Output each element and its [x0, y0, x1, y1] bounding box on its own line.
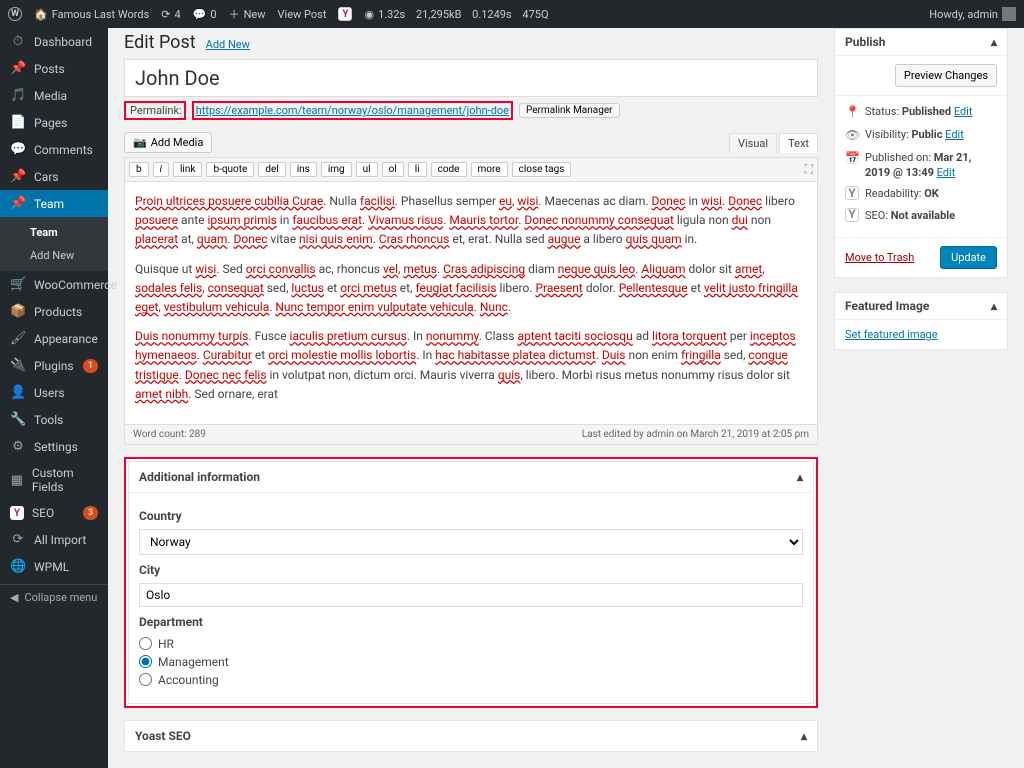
fullscreen-icon[interactable]: ⛶: [805, 162, 813, 177]
department-label: Department: [139, 615, 803, 629]
page-heading: Edit Post: [124, 32, 196, 53]
menu-woocommerce[interactable]: 🛒WooCommerce: [0, 271, 108, 298]
my-account[interactable]: Howdy, admin: [929, 7, 1016, 21]
qt-ul[interactable]: ul: [356, 162, 378, 177]
updates-link[interactable]: ⟳ 4: [161, 8, 180, 21]
camera-icon: 📷: [133, 136, 147, 149]
menu-media[interactable]: 🎵Media: [0, 82, 108, 109]
add-media-button[interactable]: 📷Add Media: [124, 132, 212, 153]
post-title: John Doe: [135, 66, 807, 90]
comments-link[interactable]: 💬 0: [193, 8, 217, 21]
panel-toggle-icon[interactable]: ▴: [991, 35, 997, 49]
set-featured-image-link[interactable]: Set featured image: [845, 328, 938, 341]
menu-team[interactable]: 📌Team: [0, 190, 108, 217]
visibility-icon: 👁: [845, 127, 859, 144]
calendar-icon: 📅: [845, 150, 859, 167]
add-new-link[interactable]: Add New: [206, 38, 250, 51]
menu-custom-fields[interactable]: ▦Custom Fields: [0, 460, 108, 500]
additional-info-metabox: Additional information ▴ Country Norway …: [124, 457, 818, 708]
permalink-manager-button[interactable]: Permalink Manager: [519, 103, 620, 118]
menu-dashboard[interactable]: ⏱Dashboard: [0, 28, 108, 55]
yoast-indicator[interactable]: Y: [338, 7, 352, 21]
qt-code[interactable]: code: [431, 162, 467, 177]
menu-plugins[interactable]: 🔌Plugins1: [0, 352, 108, 379]
tab-text[interactable]: Text: [779, 133, 818, 153]
city-input[interactable]: [139, 583, 803, 607]
admin-menu: ⏱Dashboard 📌Posts 🎵Media 📄Pages 💬Comment…: [0, 28, 108, 768]
dept-management-radio[interactable]: [139, 655, 152, 668]
dept-accounting-radio[interactable]: [139, 673, 152, 686]
metabox-toggle-icon[interactable]: ▴: [801, 729, 807, 743]
menu-all-import[interactable]: ⟳All Import: [0, 526, 108, 553]
move-to-trash[interactable]: Move to Trash: [845, 251, 914, 264]
menu-tools[interactable]: 🔧Tools: [0, 406, 108, 433]
menu-wpml[interactable]: 🌐WPML: [0, 553, 108, 580]
qt-ins[interactable]: ins: [290, 162, 317, 177]
yoast-icon: Y: [845, 208, 859, 222]
word-count: Word count: 289: [133, 429, 206, 440]
submenu-team-all[interactable]: Team: [0, 221, 108, 244]
edit-visibility-link[interactable]: Edit: [945, 128, 964, 141]
qt-link[interactable]: link: [173, 162, 202, 177]
qt-del[interactable]: del: [258, 162, 285, 177]
metabox-title: Additional information: [139, 470, 260, 484]
metabox-toggle-icon[interactable]: ▴: [797, 470, 803, 484]
perf-indicator[interactable]: ◉ 1.32s 21,295kB 0.1249s 475Q: [364, 8, 548, 21]
menu-comments[interactable]: 💬Comments: [0, 136, 108, 163]
edit-date-link[interactable]: Edit: [937, 166, 956, 179]
tab-visual[interactable]: Visual: [729, 133, 777, 153]
permalink-label: Permalink:: [124, 101, 186, 120]
edit-status-link[interactable]: Edit: [954, 105, 973, 118]
menu-users[interactable]: 👤Users: [0, 379, 108, 406]
qt-more[interactable]: more: [471, 162, 508, 177]
post-title-box[interactable]: John Doe: [124, 59, 818, 97]
qt-ol[interactable]: ol: [382, 162, 404, 177]
post-content[interactable]: Proin ultrices posuere cubilia Curae. Nu…: [124, 182, 818, 425]
qt-img[interactable]: img: [321, 162, 352, 177]
qt-li[interactable]: li: [408, 162, 427, 177]
menu-posts[interactable]: 📌Posts: [0, 55, 108, 82]
submenu-team-add[interactable]: Add New: [0, 244, 108, 267]
collapse-menu[interactable]: ◀ Collapse menu: [0, 584, 108, 610]
quicktags-toolbar: b i link b-quote del ins img ul ol li co…: [124, 157, 818, 182]
last-edited: Last edited by admin on March 21, 2019 a…: [582, 429, 809, 440]
panel-toggle-icon[interactable]: ▴: [991, 299, 997, 313]
menu-appearance[interactable]: 🖌Appearance: [0, 325, 108, 352]
menu-pages[interactable]: 📄Pages: [0, 109, 108, 136]
qt-bquote[interactable]: b-quote: [206, 162, 254, 177]
qt-close[interactable]: close tags: [512, 162, 572, 177]
dept-hr-radio[interactable]: [139, 637, 152, 650]
yoast-seo-metabox[interactable]: Yoast SEO▴: [124, 720, 818, 752]
menu-cars[interactable]: 📌Cars: [0, 163, 108, 190]
featured-image-box: Featured Image▴ Set featured image: [834, 292, 1008, 350]
qt-b[interactable]: b: [129, 162, 149, 177]
qt-i[interactable]: i: [153, 162, 169, 177]
permalink-url[interactable]: https://example.com/team/norway/oslo/man…: [192, 101, 513, 120]
admin-toolbar: W 🏠 Famous Last Words ⟳ 4 💬 0 ＋ New View…: [0, 0, 1024, 28]
menu-products[interactable]: 📦Products: [0, 298, 108, 325]
menu-settings[interactable]: ⚙Settings: [0, 433, 108, 460]
view-post-link[interactable]: View Post: [278, 8, 327, 21]
country-select[interactable]: Norway: [139, 529, 803, 555]
update-button[interactable]: Update: [940, 246, 997, 269]
publish-box: Publish▴ Preview Changes 📍Status: Publis…: [834, 28, 1008, 278]
pin-icon: 📍: [845, 104, 859, 121]
new-content-link[interactable]: ＋ New: [229, 6, 266, 22]
yoast-icon: Y: [845, 186, 859, 200]
country-label: Country: [139, 509, 803, 523]
site-name-link[interactable]: 🏠 Famous Last Words: [34, 8, 149, 21]
city-label: City: [139, 563, 803, 577]
wp-logo[interactable]: W: [8, 7, 22, 21]
menu-seo[interactable]: YSEO3: [0, 500, 108, 526]
preview-changes-button[interactable]: Preview Changes: [895, 64, 997, 87]
